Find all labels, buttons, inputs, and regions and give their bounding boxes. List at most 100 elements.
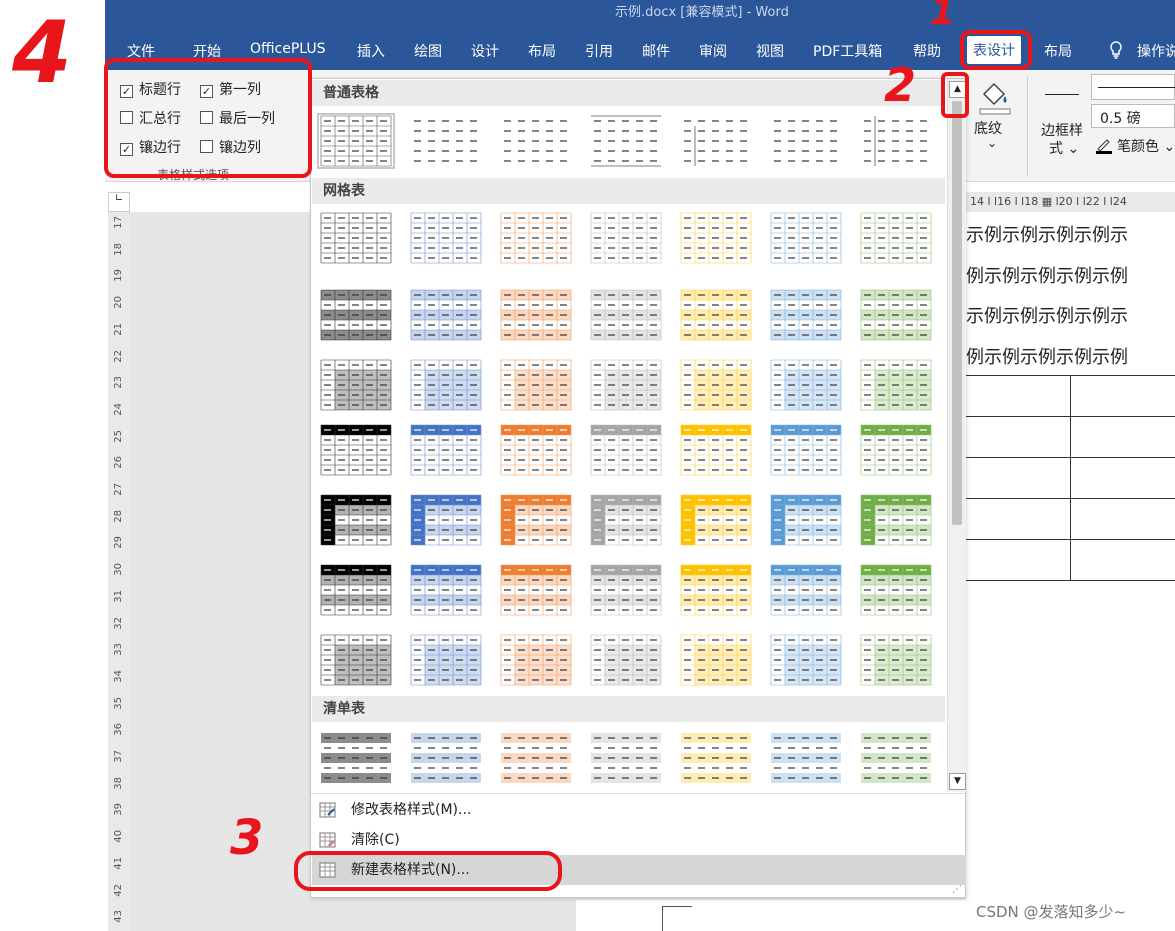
- table-row[interactable]: [966, 499, 1175, 540]
- grid-table-style-thumbnail[interactable]: [679, 424, 753, 476]
- line-style-dropdown[interactable]: [1091, 74, 1175, 100]
- grid-table-style-thumbnail[interactable]: [319, 564, 393, 616]
- header-row-checkbox[interactable]: ✓: [120, 85, 133, 98]
- grid-table-style-thumbnail[interactable]: [319, 212, 393, 264]
- grid-table-style-thumbnail[interactable]: [319, 494, 393, 546]
- tab-mailings[interactable]: 邮件: [642, 41, 670, 61]
- grid-table-style-thumbnail[interactable]: [409, 289, 483, 341]
- tab-insert[interactable]: 插入: [357, 41, 385, 61]
- grid-table-style-thumbnail[interactable]: [499, 564, 573, 616]
- grid-table-style-thumbnail[interactable]: [859, 289, 933, 341]
- plain-table-style-thumbnail[interactable]: [409, 115, 483, 167]
- grid-table-style-thumbnail[interactable]: [769, 289, 843, 341]
- clear-style-item[interactable]: 清除(C): [312, 825, 966, 855]
- grid-table-style-thumbnail[interactable]: [499, 634, 573, 686]
- lightbulb-icon[interactable]: [1108, 41, 1124, 63]
- grid-table-style-thumbnail[interactable]: [769, 634, 843, 686]
- grid-table-style-thumbnail[interactable]: [859, 212, 933, 264]
- grid-table-style-thumbnail[interactable]: [589, 494, 663, 546]
- grid-table-style-thumbnail[interactable]: [409, 494, 483, 546]
- grid-table-style-thumbnail[interactable]: [499, 359, 573, 411]
- grid-table-style-thumbnail[interactable]: [409, 359, 483, 411]
- gallery-scrollbar[interactable]: ▲ ▼: [947, 79, 966, 792]
- list-table-style-thumbnail[interactable]: [319, 732, 393, 784]
- horizontal-ruler[interactable]: 14 l l16 l l18 ▦ l20 l l22 l l24: [966, 192, 1175, 212]
- grid-table-style-thumbnail[interactable]: [859, 424, 933, 476]
- grid-table-style-thumbnail[interactable]: [319, 424, 393, 476]
- grid-table-style-thumbnail[interactable]: [859, 494, 933, 546]
- first-column-checkbox[interactable]: ✓: [200, 85, 213, 98]
- document-table[interactable]: [966, 375, 1175, 581]
- list-table-style-thumbnail[interactable]: [499, 732, 573, 784]
- grid-table-style-thumbnail[interactable]: [499, 424, 573, 476]
- grid-table-style-thumbnail[interactable]: [499, 494, 573, 546]
- grid-table-style-thumbnail[interactable]: [679, 212, 753, 264]
- list-table-style-thumbnail[interactable]: [859, 732, 933, 784]
- scroll-down-button[interactable]: ▼: [949, 773, 966, 790]
- shading-button[interactable]: 底纹 ⌄: [970, 76, 1016, 162]
- list-table-style-thumbnail[interactable]: [769, 732, 843, 784]
- grid-table-style-thumbnail[interactable]: [499, 212, 573, 264]
- list-table-style-thumbnail[interactable]: [589, 732, 663, 784]
- grid-table-style-thumbnail[interactable]: [589, 564, 663, 616]
- scroll-thumb[interactable]: [952, 101, 962, 525]
- grid-table-style-thumbnail[interactable]: [769, 212, 843, 264]
- option-header-row[interactable]: ✓ 标题行: [120, 79, 181, 99]
- tab-file[interactable]: 文件: [127, 41, 155, 61]
- grid-table-style-thumbnail[interactable]: [769, 494, 843, 546]
- grid-table-style-thumbnail[interactable]: [319, 634, 393, 686]
- table-row[interactable]: [966, 376, 1175, 417]
- grid-table-style-thumbnail[interactable]: [319, 289, 393, 341]
- tab-design[interactable]: 设计: [471, 41, 499, 61]
- grid-table-style-thumbnail[interactable]: [859, 359, 933, 411]
- plain-table-style-thumbnail[interactable]: [769, 115, 843, 167]
- option-total-row[interactable]: 汇总行: [120, 108, 181, 128]
- option-banded-rows[interactable]: ✓ 镶边行: [120, 137, 181, 157]
- modify-table-style-item[interactable]: 修改表格样式(M)...: [312, 795, 966, 825]
- pen-weight-dropdown[interactable]: 0.5 磅: [1091, 104, 1175, 128]
- tab-table-design[interactable]: 表设计: [967, 36, 1021, 64]
- banded-rows-checkbox[interactable]: ✓: [120, 143, 133, 156]
- tab-view[interactable]: 视图: [756, 41, 784, 61]
- grid-table-style-thumbnail[interactable]: [679, 289, 753, 341]
- grid-table-style-thumbnail[interactable]: [409, 634, 483, 686]
- plain-table-style-thumbnail[interactable]: [679, 115, 753, 167]
- grid-table-style-thumbnail[interactable]: [769, 564, 843, 616]
- tab-review[interactable]: 审阅: [699, 41, 727, 61]
- grid-table-style-thumbnail[interactable]: [409, 424, 483, 476]
- grid-table-style-thumbnail[interactable]: [679, 564, 753, 616]
- grid-table-style-thumbnail[interactable]: [409, 212, 483, 264]
- vertical-ruler[interactable]: 17 18 19 20 21 22 23 24 25 26 27 28 29 30 31 32 33 34 35 36…: [108, 212, 130, 931]
- border-styles-button[interactable]: 边框样 式 ⌄: [1039, 78, 1091, 164]
- total-row-checkbox[interactable]: [120, 111, 133, 124]
- grid-table-style-thumbnail[interactable]: [589, 634, 663, 686]
- grid-table-style-thumbnail[interactable]: [859, 564, 933, 616]
- option-first-column[interactable]: ✓ 第一列: [200, 79, 261, 99]
- tab-layout[interactable]: 布局: [528, 41, 556, 61]
- grid-table-style-thumbnail[interactable]: [589, 289, 663, 341]
- grid-table-style-thumbnail[interactable]: [589, 359, 663, 411]
- tab-home[interactable]: 开始: [193, 41, 221, 61]
- list-table-style-thumbnail[interactable]: [679, 732, 753, 784]
- last-column-checkbox[interactable]: [200, 111, 213, 124]
- grid-table-style-thumbnail[interactable]: [679, 494, 753, 546]
- table-row[interactable]: [966, 417, 1175, 458]
- tab-table-layout[interactable]: 布局: [1044, 41, 1072, 61]
- tell-me-search[interactable]: 操作说明搜索: [1137, 41, 1175, 61]
- pen-color-button[interactable]: 笔颜色 ⌄: [1095, 134, 1175, 158]
- banded-columns-checkbox[interactable]: [200, 140, 213, 153]
- tab-help[interactable]: 帮助: [913, 41, 941, 61]
- option-last-column[interactable]: 最后一列: [200, 108, 275, 128]
- table-row[interactable]: [966, 458, 1175, 499]
- grid-table-style-thumbnail[interactable]: [679, 359, 753, 411]
- plain-table-style-thumbnail[interactable]: [499, 115, 573, 167]
- tab-draw[interactable]: 绘图: [414, 41, 442, 61]
- new-table-style-item[interactable]: 新建表格样式(N)...: [312, 855, 966, 885]
- plain-table-style-thumbnail[interactable]: [859, 115, 933, 167]
- grid-table-style-thumbnail[interactable]: [859, 634, 933, 686]
- tab-stop-selector[interactable]: ∟: [108, 192, 130, 212]
- scroll-up-button[interactable]: ▲: [949, 81, 966, 98]
- tab-pdf-tools[interactable]: PDF工具箱: [813, 41, 882, 61]
- tab-references[interactable]: 引用: [585, 41, 613, 61]
- grid-table-style-thumbnail[interactable]: [499, 289, 573, 341]
